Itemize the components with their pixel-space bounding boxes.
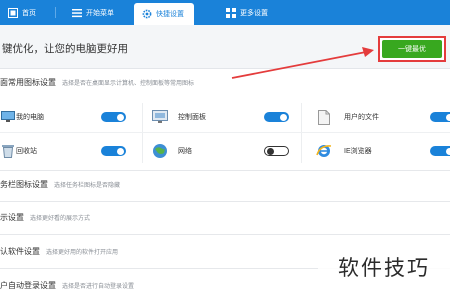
one-click-optimize-button[interactable]: 一键最优 xyxy=(378,36,446,62)
section-display[interactable]: 示设置 选择更好看的展示方式 xyxy=(0,212,90,223)
item-label: 控制面板 xyxy=(178,114,206,121)
optimize-button-label: 一键最优 xyxy=(382,40,442,58)
toggle-control-panel[interactable] xyxy=(264,112,289,122)
section-hint: 选择是否进行自动登录设置 xyxy=(62,284,135,290)
section-taskbar-icons[interactable]: 务栏图标设置 选择任务栏图标是否隐藏 xyxy=(0,179,120,190)
watermark: 软件技巧 xyxy=(318,235,450,298)
item-label: IE浏览器 xyxy=(344,148,372,155)
section-title: 认软件设置 xyxy=(0,247,40,256)
toggle-recycle-bin[interactable] xyxy=(101,146,126,156)
section-default-software[interactable]: 认软件设置 选择更好用的软件打开应用 xyxy=(0,246,118,257)
recycle-bin-icon xyxy=(0,143,16,159)
section-hint: 选择是否在桌面显示计算机、控制面板等常用图标 xyxy=(62,81,195,87)
desktop-item-control-panel: 控制面板 xyxy=(152,106,300,128)
item-label: 回收站 xyxy=(16,148,37,155)
desktop-item-my-computer: 我的电脑 xyxy=(0,106,140,128)
toggle-user-files[interactable] xyxy=(430,112,450,122)
section-title: 示设置 xyxy=(0,213,24,222)
item-label: 网络 xyxy=(178,148,192,155)
toggle-my-computer[interactable] xyxy=(101,112,126,122)
section-hint: 选择更好看的展示方式 xyxy=(30,216,91,222)
item-label: 我的电脑 xyxy=(16,114,44,121)
desktop-item-user-files: 用户的文件 xyxy=(316,106,450,128)
section-hint: 选择更好用的软件打开应用 xyxy=(46,250,119,256)
desktop-item-ie-browser: IE浏览器 xyxy=(316,140,450,162)
section-title: 面常用图标设置 xyxy=(0,78,56,87)
watermark-text: 软件技巧 xyxy=(338,255,430,280)
desktop-item-network: 网络 xyxy=(152,140,300,162)
section-hint: 选择任务栏图标是否隐藏 xyxy=(54,183,121,189)
desktop-item-recycle-bin: 回收站 xyxy=(0,140,140,162)
section-desktop-icons: 面常用图标设置 选择是否在桌面显示计算机、控制面板等常用图标 xyxy=(0,77,194,88)
section-auto-login[interactable]: 户自动登录设置 选择是否进行自动登录设置 xyxy=(0,280,134,291)
computer-icon xyxy=(0,109,16,125)
ie-browser-icon xyxy=(316,143,332,159)
control-panel-icon xyxy=(152,109,168,125)
toggle-ie-browser[interactable] xyxy=(430,146,450,156)
network-icon xyxy=(152,143,168,159)
section-title: 务栏图标设置 xyxy=(0,180,48,189)
toggle-network[interactable] xyxy=(264,146,289,156)
item-label: 用户的文件 xyxy=(344,114,379,121)
settings-window: 首页 开始菜单 快捷设置 更多设置 键优化，让您的电脑更好用 一键最优 面常用图… xyxy=(0,0,450,298)
section-title: 户自动登录设置 xyxy=(0,281,56,290)
user-files-icon xyxy=(316,109,332,125)
